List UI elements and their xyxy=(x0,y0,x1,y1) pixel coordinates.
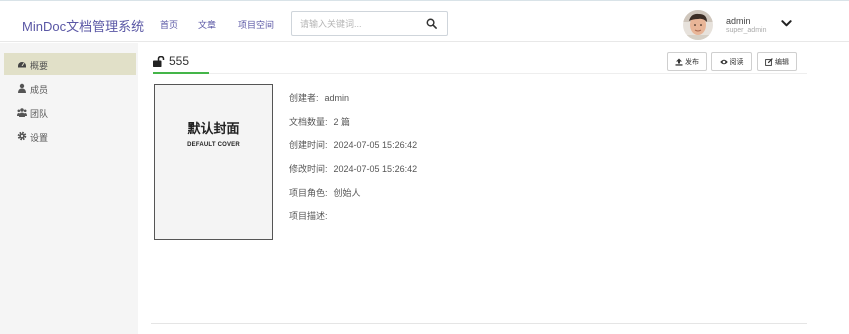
title-underline xyxy=(153,72,209,74)
cover-title-en: DEFAULT COVER xyxy=(187,142,240,148)
read-button[interactable]: 阅读 xyxy=(711,52,752,71)
gear-icon xyxy=(17,131,27,141)
cover-title-cn: 默认封面 xyxy=(187,122,240,137)
info-project-role: 项目角色: 创始人 xyxy=(289,186,361,199)
user-icon xyxy=(18,83,26,93)
sidebar-item-overview[interactable]: 概要 xyxy=(4,53,136,75)
edit-icon xyxy=(765,57,773,66)
sidebar-item-label: 团队 xyxy=(30,109,49,119)
sidebar-item-label: 设置 xyxy=(30,133,49,143)
info-value: 2 篇 xyxy=(333,117,351,127)
edit-label: 编辑 xyxy=(775,58,789,66)
info-description: 项目描述: xyxy=(289,209,334,222)
upload-icon xyxy=(675,58,683,66)
info-label: 文档数量: xyxy=(289,117,328,127)
divider xyxy=(209,73,807,74)
nav-home[interactable]: 首页 xyxy=(160,18,178,31)
publish-button[interactable]: 发布 xyxy=(667,52,707,71)
edit-button[interactable]: 编辑 xyxy=(757,52,797,71)
page-title: 555 xyxy=(169,54,190,68)
info-creator: 创建者: admin xyxy=(289,91,349,104)
user-role: super_admin xyxy=(726,27,767,34)
nav-project-space[interactable]: 项目空间 xyxy=(238,18,274,31)
brand-logo[interactable]: MinDoc文档管理系统 xyxy=(22,16,144,35)
chevron-down-icon[interactable] xyxy=(781,19,792,28)
info-label: 创建者: xyxy=(289,93,319,103)
eye-icon xyxy=(719,59,728,64)
info-modified-time: 修改时间: 2024-07-05 15:26:42 xyxy=(289,162,417,175)
info-value: 创始人 xyxy=(333,188,361,198)
info-label: 项目角色: xyxy=(289,188,328,198)
info-label: 创建时间: xyxy=(289,140,328,150)
dashboard-icon xyxy=(18,62,26,68)
users-icon xyxy=(17,108,27,117)
sidebar-item-label: 成员 xyxy=(30,85,49,95)
sidebar-item-label: 概要 xyxy=(30,61,49,71)
sidebar: 概要 成员 团队 设置 xyxy=(0,43,138,334)
book-cover: 默认封面 DEFAULT COVER xyxy=(154,84,273,240)
info-value: 2024-07-05 15:26:42 xyxy=(333,164,418,174)
sidebar-item-members[interactable]: 成员 xyxy=(4,77,136,99)
info-doc-count: 文档数量: 2 篇 xyxy=(289,115,350,128)
search-icon[interactable] xyxy=(426,18,437,29)
info-created-time: 创建时间: 2024-07-05 15:26:42 xyxy=(289,138,417,151)
info-value: 2024-07-05 15:26:42 xyxy=(333,140,418,150)
nav-articles[interactable]: 文章 xyxy=(198,18,216,31)
sidebar-item-team[interactable]: 团队 xyxy=(4,101,136,123)
sidebar-item-settings[interactable]: 设置 xyxy=(4,125,136,147)
info-label: 修改时间: xyxy=(289,164,328,174)
user-name[interactable]: admin xyxy=(726,16,751,26)
read-label: 阅读 xyxy=(729,58,744,66)
avatar[interactable] xyxy=(683,10,713,40)
footer-divider xyxy=(151,323,807,324)
search-box xyxy=(291,11,448,36)
info-label: 项目描述: xyxy=(289,211,328,221)
info-value: admin xyxy=(324,93,350,103)
header: MinDoc文档管理系统 首页 文章 项目空间 admin super_admi… xyxy=(0,5,849,42)
search-input[interactable] xyxy=(300,17,420,31)
publish-label: 发布 xyxy=(685,58,699,66)
unlock-icon xyxy=(153,56,165,67)
